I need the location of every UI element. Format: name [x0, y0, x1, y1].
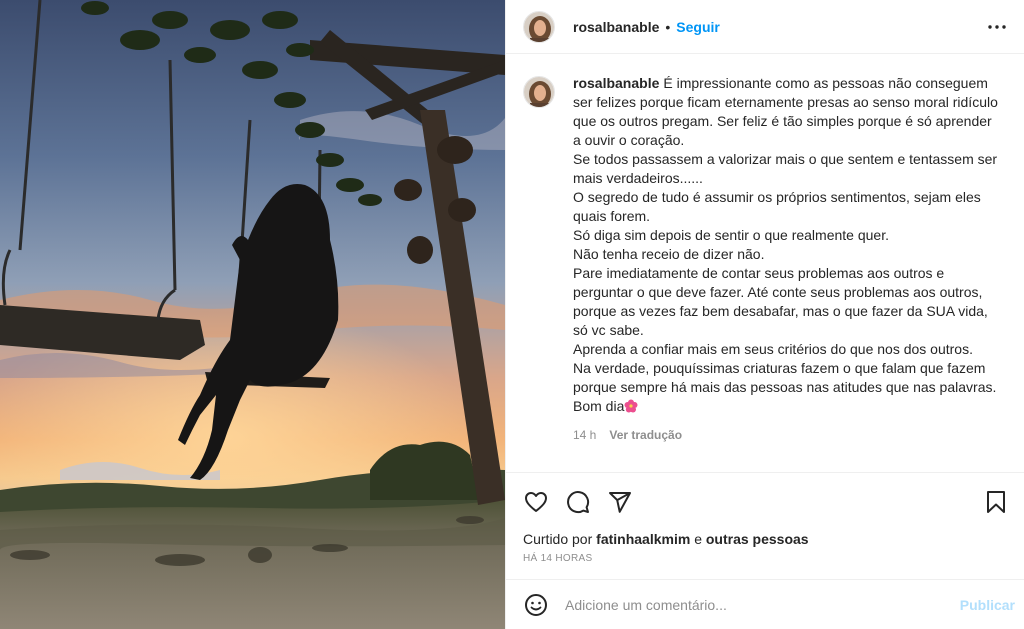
caption-line: Bom dia [573, 397, 1003, 416]
caption-avatar[interactable] [523, 76, 555, 108]
caption-line: Aprenda a confiar mais em seus critérios… [573, 341, 973, 357]
post-header: rosalbanable • Seguir [506, 0, 1024, 54]
more-horizontal-icon[interactable] [986, 16, 1008, 38]
swing-sunset-image [0, 0, 505, 629]
caption-line: Pare imediatamente de contar seus proble… [573, 265, 988, 338]
post-age: 14 h [573, 428, 597, 442]
caption-line: Na verdade, pouquíssimas criaturas fazem… [573, 360, 997, 395]
caption-line: O segredo de tudo é assumir os próprios … [573, 189, 981, 224]
likes-conjunction: e [694, 531, 702, 547]
likes-others-link[interactable]: outras pessoas [706, 531, 809, 547]
caption-line: Se todos passassem a valorizar mais o qu… [573, 151, 998, 186]
comment-input[interactable] [565, 596, 960, 613]
avatar-image [524, 77, 554, 107]
bookmark-icon[interactable] [983, 489, 1009, 515]
publish-button[interactable]: Publicar [960, 597, 1015, 613]
caption-line: rosalbanable É impressionante como as pes… [573, 74, 1003, 150]
caption-line-text: Bom dia [573, 398, 625, 414]
post-timestamp: HÁ 14 HORAS [523, 553, 593, 564]
likes-summary: Curtido por fatinhaalkmim e outras pesso… [523, 531, 1009, 547]
post-panel: rosalbanable • Seguir rosalbanable É impr… [505, 0, 1024, 629]
caption-line: Só diga sim depois de sentir o que realm… [573, 227, 889, 243]
hibiscus-flower-icon [624, 399, 638, 413]
post-photo[interactable] [0, 0, 505, 629]
liker-username[interactable]: fatinhaalkmim [596, 531, 690, 547]
caption-meta: 14 h Ver tradução [573, 426, 1003, 445]
action-icons [523, 489, 1009, 515]
heart-icon[interactable] [523, 489, 549, 515]
comment-bar: Publicar [506, 579, 1024, 629]
header-username[interactable]: rosalbanable [573, 19, 659, 35]
actions-bar: Curtido por fatinhaalkmim e outras pesso… [506, 472, 1024, 579]
smiley-icon[interactable] [523, 592, 549, 618]
caption: rosalbanable É impressionante como as pes… [506, 60, 1024, 472]
caption-username[interactable]: rosalbanable [573, 75, 659, 91]
translate-link[interactable]: Ver tradução [609, 426, 682, 445]
separator-dot: • [665, 18, 671, 35]
caption-text: rosalbanable É impressionante como as pes… [573, 74, 1003, 472]
avatar-image [524, 11, 554, 42]
caption-line: Não tenha receio de dizer não. [573, 246, 765, 262]
comment-icon[interactable] [565, 489, 591, 515]
follow-button[interactable]: Seguir [676, 19, 720, 35]
likes-prefix: Curtido por [523, 531, 593, 547]
share-icon[interactable] [607, 489, 633, 515]
avatar[interactable] [523, 10, 555, 43]
